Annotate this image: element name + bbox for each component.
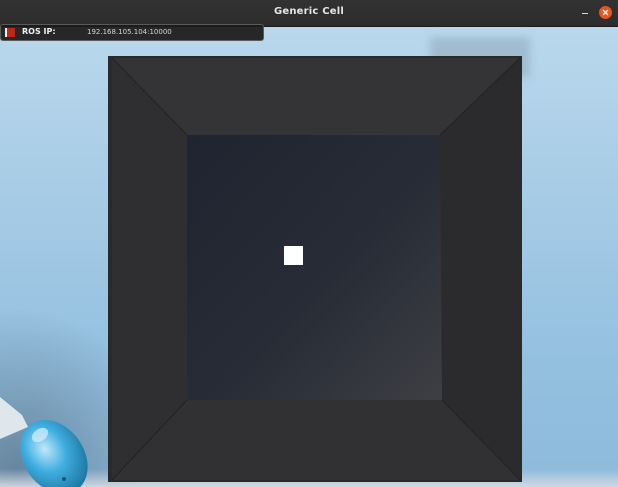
box-inner-floor: [187, 135, 442, 400]
scene-viewport[interactable]: [0, 27, 618, 487]
target-marker[interactable]: [284, 246, 303, 265]
window-title: Generic Cell: [273, 6, 345, 17]
scene-render: [0, 56, 522, 487]
minimize-icon: [582, 13, 588, 14]
ros-ip-value[interactable]: 192.168.105.104:10000: [87, 28, 172, 36]
minimize-button[interactable]: [579, 6, 592, 19]
title-bar[interactable]: Generic Cell: [0, 0, 618, 27]
robot-arm[interactable]: [0, 397, 102, 487]
cell-box: [108, 56, 522, 482]
close-button[interactable]: [599, 6, 612, 19]
ros-ip-label: ROS IP:: [22, 27, 56, 36]
ros-connection-panel[interactable]: ROS IP: 192.168.105.104:10000: [0, 24, 264, 41]
robot-bolt: [62, 477, 66, 481]
close-icon: [602, 9, 609, 16]
app-window: Generic Cell ROS IP: 192.168.105.104:100…: [0, 0, 618, 487]
connection-status-icon: [5, 28, 15, 37]
